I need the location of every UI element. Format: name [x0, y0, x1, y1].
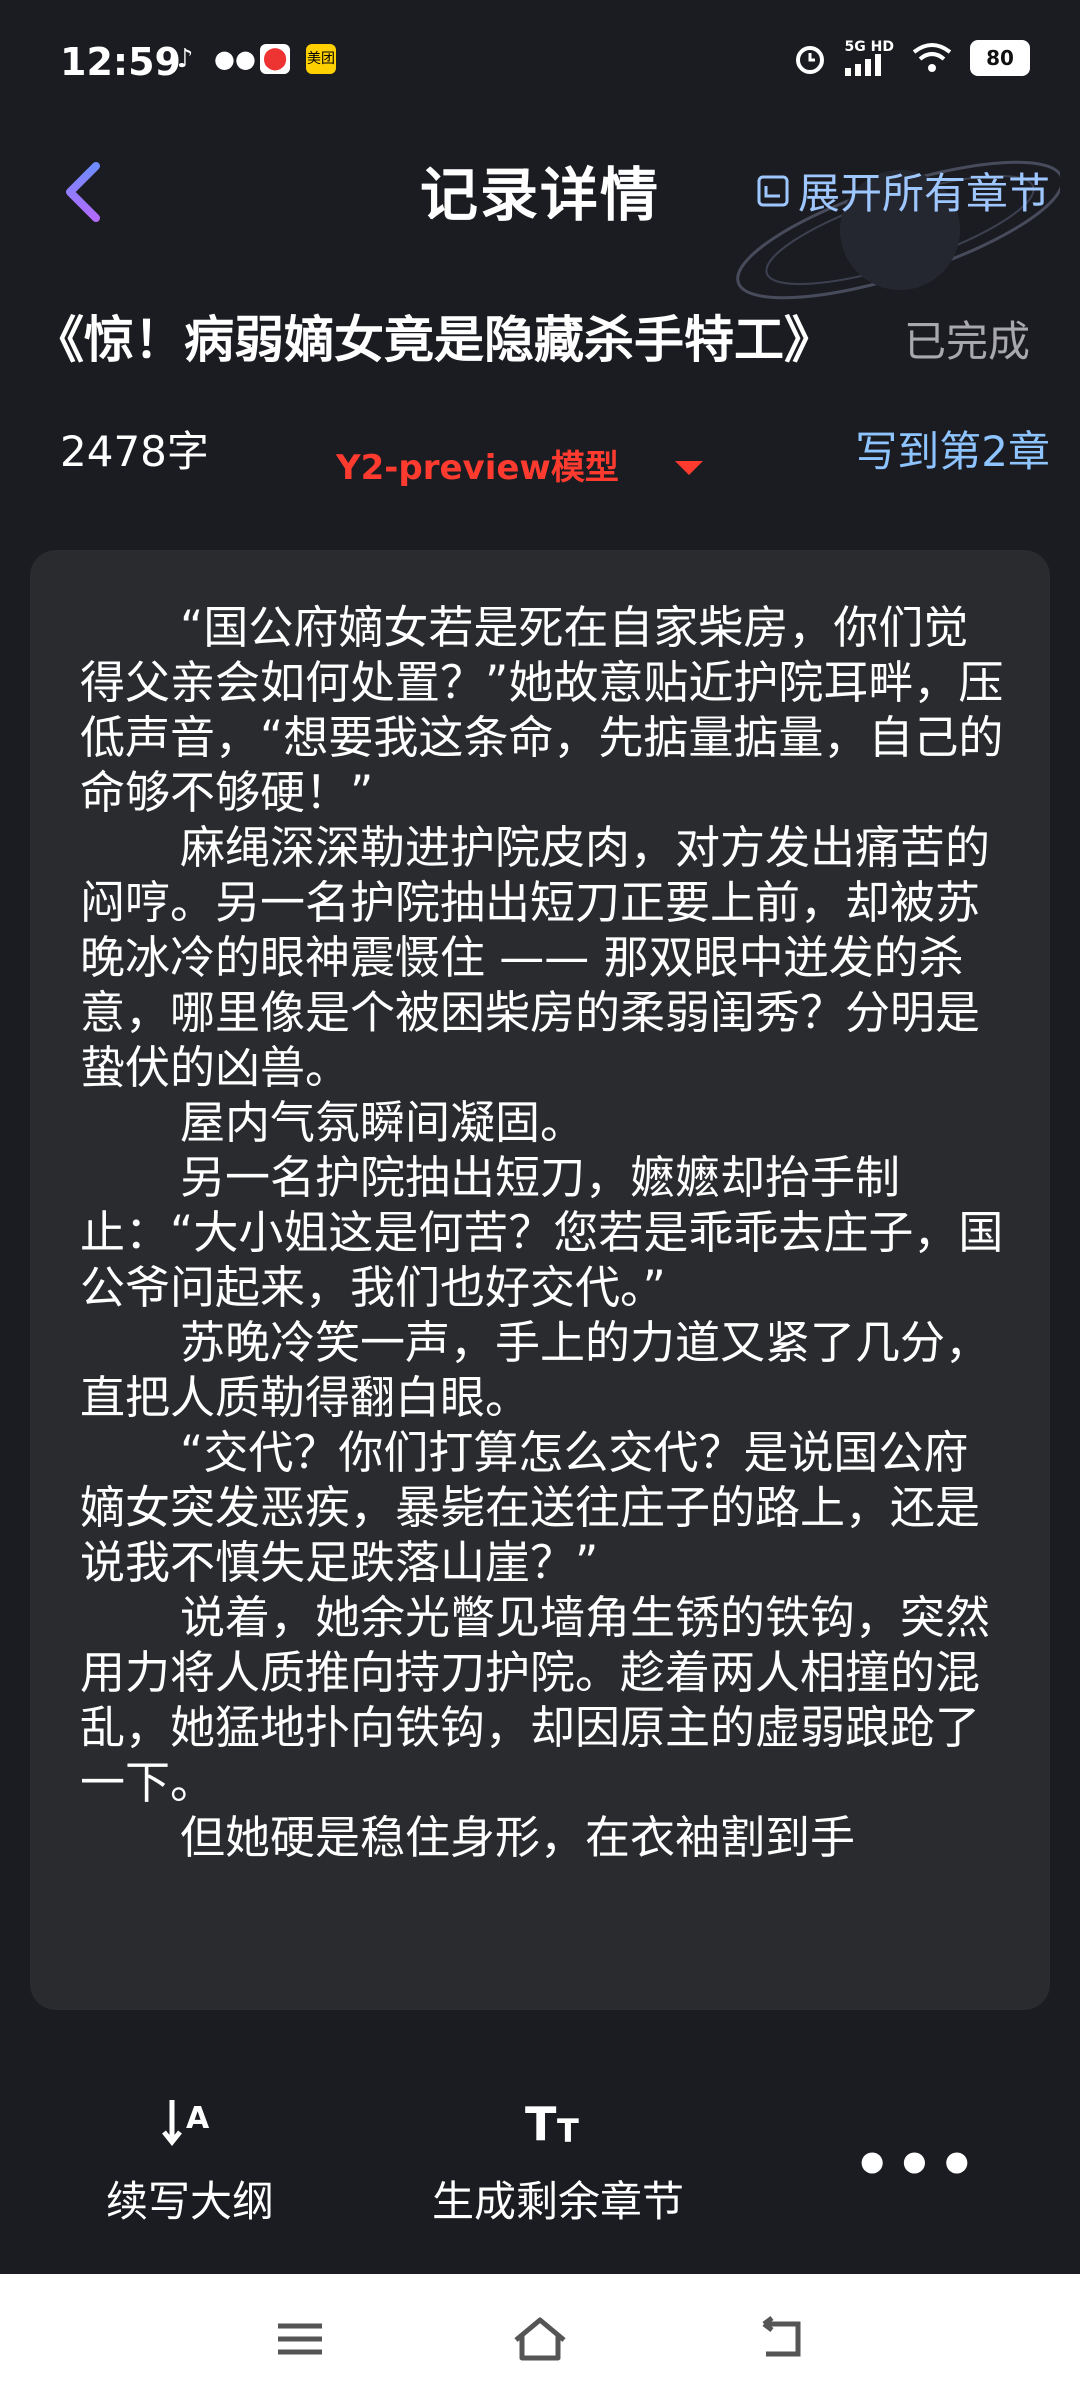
- model-dropdown[interactable]: Y2-preview模型: [336, 440, 703, 489]
- tiktok-icon: ♪: [176, 44, 194, 74]
- continue-outline-button[interactable]: A 续写大纲: [100, 2082, 280, 2229]
- status-bar: 12:59 ♪ ●● ⬤ 美团 5G HD 80: [0, 0, 1080, 110]
- sort-text-icon: A: [162, 2100, 210, 2147]
- system-nav-bar: [0, 2274, 1080, 2400]
- network-type: 5G HD: [844, 39, 894, 55]
- novel-title: 《惊！病弱嫡女竟是隐藏杀手特工》: [34, 311, 834, 369]
- model-label: Y2-preview模型: [336, 448, 619, 488]
- story-paragraph: “交代？你们打算怎么交代？是说国公府嫡女突发恶疾，暴毙在送往庄子的路上，还是说我…: [80, 1426, 981, 1589]
- home-icon[interactable]: [510, 2314, 570, 2364]
- back-nav-icon[interactable]: [750, 2314, 810, 2364]
- status-time: 12:59: [60, 40, 181, 84]
- caret-down-icon: [674, 460, 703, 475]
- novel-status: 已完成: [903, 317, 1030, 366]
- story-paragraph: 说着，她余光瞥见墙角生锈的铁钩，突然用力将人质推向持刀护院。趁着两人相撞的混乱，…: [80, 1591, 991, 1809]
- expand-all-label: 展开所有章节: [797, 169, 1050, 218]
- svg-text:A: A: [186, 2101, 210, 2136]
- text-size-icon: T T: [525, 2097, 579, 2151]
- content-fade: [30, 1920, 1050, 1960]
- status-icons: 5G HD 80: [793, 40, 1030, 76]
- wechat-icon: ●●: [214, 45, 256, 73]
- generate-remaining-label: 生成剩余章节: [431, 2177, 684, 2226]
- meituan-icon: 美团: [306, 44, 336, 74]
- chapter-progress-link[interactable]: 写到第2章: [855, 418, 1050, 479]
- story-paragraph: 另一名护院抽出短刀，嬷嬷却抬手制止：“大小姐这是何苦？您若是乖乖去庄子，国公爷问…: [80, 1151, 1004, 1314]
- story-paragraph: 麻绳深深勒进护院皮肉，对方发出痛苦的闷哼。另一名护院抽出短刀正要上前，却被苏晚冰…: [80, 821, 991, 1094]
- expand-all-chapters-button[interactable]: 展开所有章节: [756, 160, 1050, 221]
- alarm-icon: [795, 46, 824, 74]
- bottom-actions: A 续写大纲 T T 生成剩余章节 •••: [0, 2070, 1080, 2270]
- story-paragraph: 苏晚冷笑一声，手上的力道又紧了几分，直把人质勒得翻白眼。: [80, 1316, 991, 1424]
- svg-text:T: T: [557, 2112, 579, 2150]
- maps-icon: ⬤: [260, 44, 290, 74]
- generate-remaining-button[interactable]: T T 生成剩余章节: [418, 2082, 698, 2229]
- svg-text:T: T: [525, 2097, 557, 2151]
- menu-icon[interactable]: [270, 2314, 330, 2364]
- story-content-card[interactable]: “国公府嫡女若是死在自家柴房，你们觉得父亲会如何处置？”她故意贴近护院耳畔，压低…: [30, 550, 1050, 2010]
- word-count: 2478字: [60, 427, 209, 476]
- story-paragraph: 但她硬是稳住身形，在衣袖割到手: [180, 1811, 856, 1864]
- story-text: “国公府嫡女若是死在自家柴房，你们觉得父亲会如何处置？”她故意贴近护院耳畔，压低…: [80, 600, 1010, 1980]
- wifi-icon: [912, 43, 952, 72]
- signal-icon: [844, 54, 881, 76]
- more-options-button[interactable]: •••: [853, 2130, 980, 2200]
- battery-icon: 80: [970, 40, 1030, 76]
- story-paragraph: “国公府嫡女若是死在自家柴房，你们觉得父亲会如何处置？”她故意贴近护院耳畔，压低…: [80, 601, 1004, 819]
- expand-icon: [757, 175, 789, 206]
- story-paragraph: 屋内气氛瞬间凝固。: [180, 1096, 586, 1149]
- continue-outline-label: 续写大纲: [105, 2177, 274, 2226]
